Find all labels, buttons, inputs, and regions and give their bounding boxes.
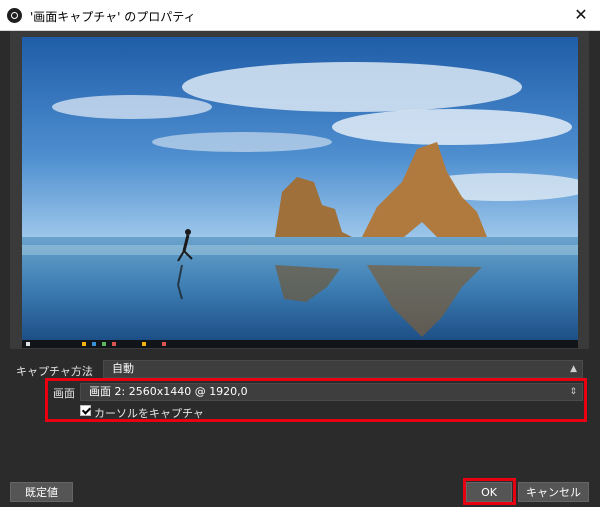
highlight-ok-button [463, 478, 516, 505]
chevron-down-icon: ▲ [570, 364, 577, 374]
capture-method-label: キャプチャ方法 [16, 365, 93, 378]
highlight-display-settings [45, 378, 587, 422]
close-icon[interactable]: ✕ [570, 4, 592, 26]
capture-method-select[interactable]: 自動 ▲ [103, 360, 583, 378]
window-title: '画面キャプチャ' のプロパティ [30, 10, 196, 24]
title-bar: '画面キャプチャ' のプロパティ ✕ [0, 0, 600, 31]
obs-icon [7, 8, 22, 23]
capture-preview [22, 37, 578, 348]
cancel-button[interactable]: キャンセル [518, 482, 589, 502]
capture-method-value: 自動 [112, 362, 134, 375]
defaults-button[interactable]: 既定値 [10, 482, 73, 502]
